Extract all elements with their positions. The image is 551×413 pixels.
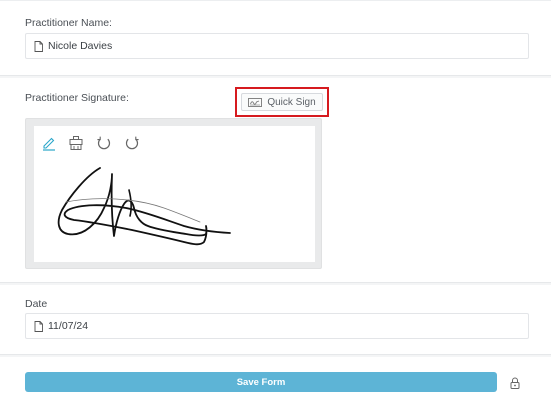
practitioner-name-value: Nicole Davies (48, 40, 113, 52)
undo-icon[interactable] (96, 135, 112, 151)
practitioner-name-section: Practitioner Name: Nicole Davies (0, 0, 551, 76)
pen-icon[interactable] (41, 135, 57, 151)
lock-icon[interactable] (510, 376, 520, 389)
practitioner-signature-label: Practitioner Signature: (25, 92, 129, 104)
practitioner-name-field[interactable]: Nicole Davies (25, 33, 529, 59)
quick-sign-button[interactable]: Quick Sign (241, 93, 323, 111)
date-section: Date 11/07/24 (0, 285, 551, 355)
eraser-icon[interactable] (68, 135, 84, 151)
save-form-button[interactable]: Save Form (25, 372, 497, 392)
date-value: 11/07/24 (48, 320, 89, 332)
practitioner-name-label: Practitioner Name: (25, 17, 112, 29)
quick-sign-highlight: Quick Sign (235, 87, 329, 117)
signature-drawing (57, 167, 231, 246)
document-icon (34, 40, 43, 52)
signature-stamp-icon (248, 97, 263, 107)
quick-sign-label: Quick Sign (267, 96, 316, 108)
signature-pad-frame (25, 118, 322, 269)
document-icon (34, 320, 43, 332)
date-field[interactable]: 11/07/24 (25, 313, 529, 339)
redo-icon[interactable] (124, 135, 140, 151)
date-label: Date (25, 298, 48, 310)
signature-pad[interactable] (34, 126, 315, 262)
